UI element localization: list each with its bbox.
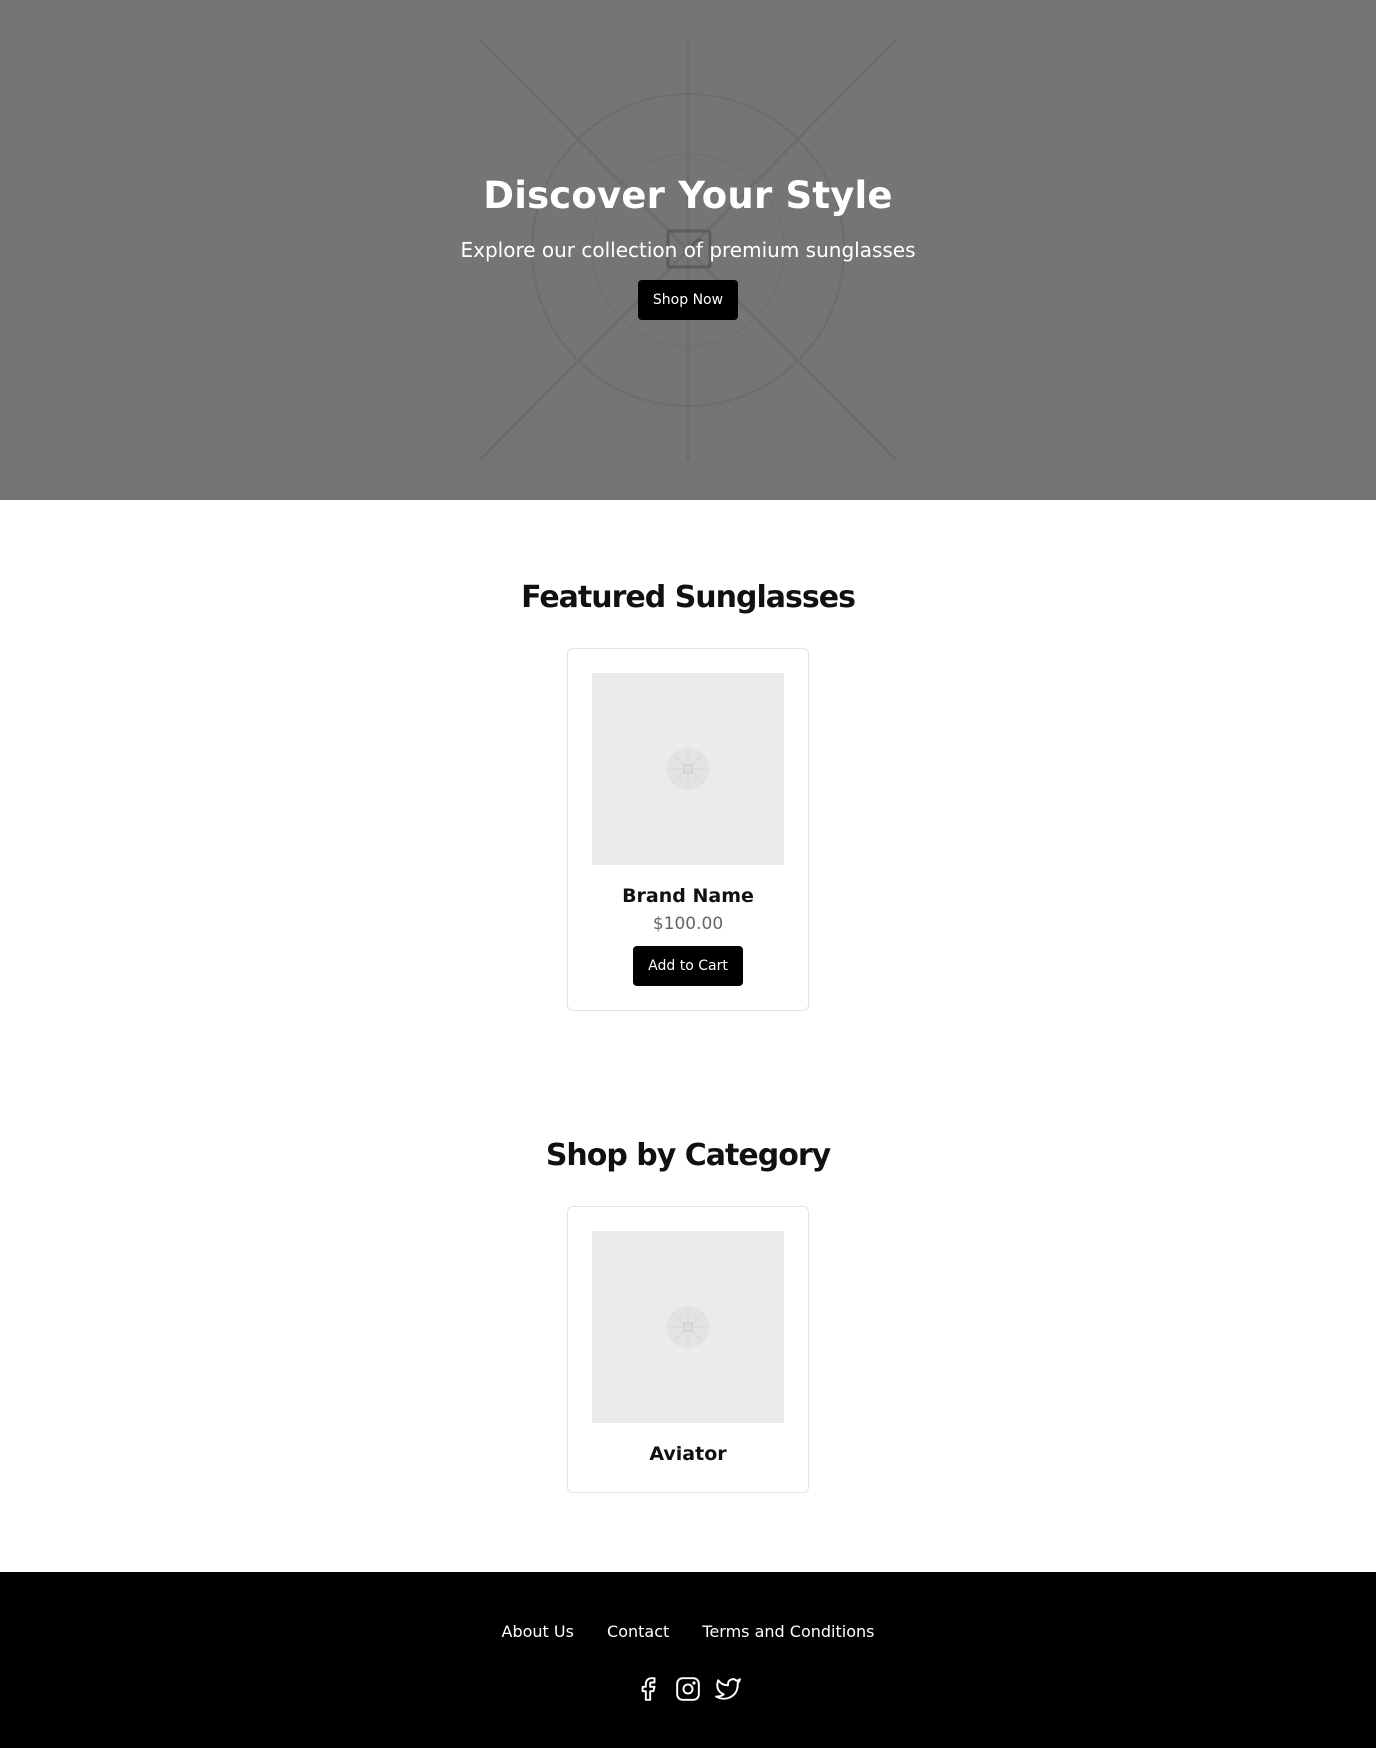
image-placeholder-icon xyxy=(667,1306,709,1348)
category-image[interactable] xyxy=(592,1231,784,1423)
category-card[interactable]: Aviator xyxy=(567,1206,809,1493)
footer-link-terms[interactable]: Terms and Conditions xyxy=(702,1622,874,1641)
footer: About Us Contact Terms and Conditions xyxy=(0,1572,1376,1748)
footer-link-contact[interactable]: Contact xyxy=(607,1622,669,1641)
product-name[interactable]: Brand Name xyxy=(568,885,808,907)
featured-section-title: Featured Sunglasses xyxy=(521,580,856,615)
product-price: $100.00 xyxy=(652,914,724,934)
add-to-cart-button[interactable]: Add to Cart xyxy=(633,946,743,986)
hero-content: Discover Your Style Explore our collecti… xyxy=(0,0,1376,500)
hero-subtitle: Explore our collection of premium sungla… xyxy=(460,238,916,262)
shop-now-button[interactable]: Shop Now xyxy=(638,280,738,320)
product-card[interactable]: Brand Name $100.00 Add to Cart xyxy=(567,648,809,1011)
category-section-title: Shop by Category xyxy=(545,1138,831,1173)
image-placeholder-icon xyxy=(667,748,709,790)
facebook-icon[interactable] xyxy=(635,1676,661,1702)
instagram-icon[interactable] xyxy=(675,1676,701,1702)
twitter-icon[interactable] xyxy=(715,1676,741,1702)
footer-link-about-us[interactable]: About Us xyxy=(502,1622,574,1641)
hero-banner: Discover Your Style Explore our collecti… xyxy=(0,0,1376,500)
category-name[interactable]: Aviator xyxy=(568,1443,808,1465)
product-image[interactable] xyxy=(592,673,784,865)
hero-title: Discover Your Style xyxy=(483,174,893,217)
footer-nav: About Us Contact Terms and Conditions xyxy=(0,1622,1376,1641)
